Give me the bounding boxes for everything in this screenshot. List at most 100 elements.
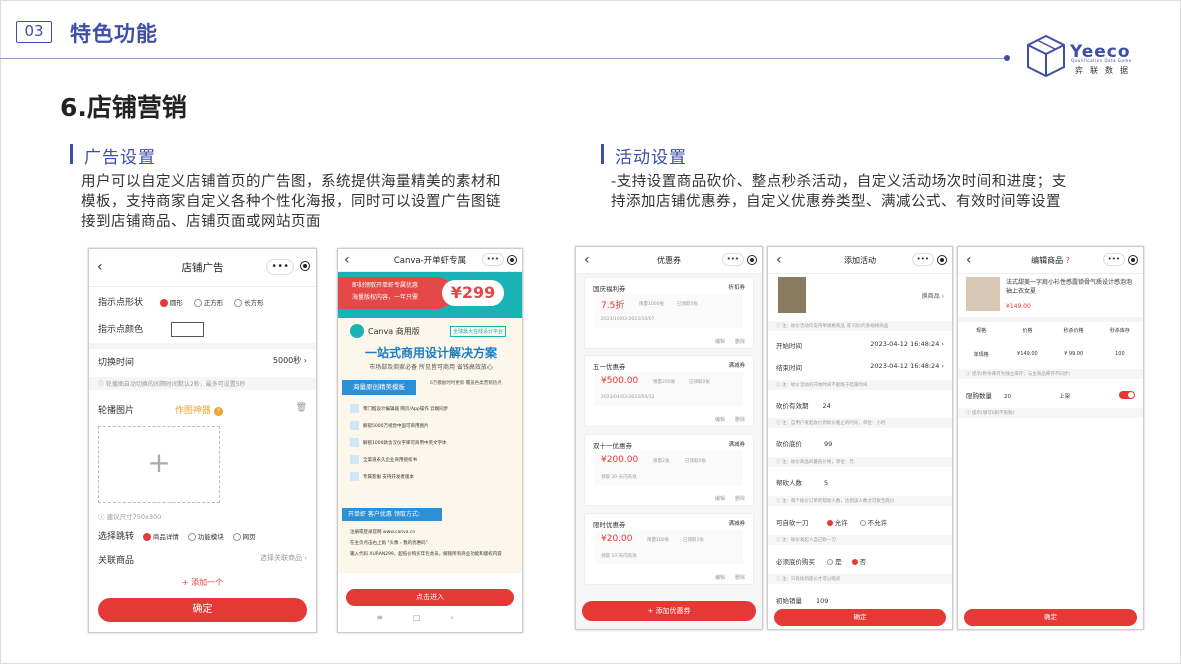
- poster-tool-link[interactable]: 作图神器 ?: [175, 406, 223, 416]
- separator: [958, 317, 1143, 322]
- switch-note: ⓘ 轮播图自动切换的间隔时间默认2秒，最多可设置5秒: [89, 377, 316, 390]
- coupon-card[interactable]: 五一优惠券 满减券 ¥500.00 限量200张 已领取0张 2023/04/0…: [584, 355, 754, 427]
- more-menu-icon[interactable]: •••: [721, 253, 744, 266]
- valid-row[interactable]: 砍价有效期 24: [776, 400, 952, 410]
- more-menu-icon[interactable]: •••: [911, 253, 934, 266]
- jump-option-goods[interactable]: 商品详情: [142, 532, 179, 542]
- confirm-button[interactable]: 确定: [774, 609, 946, 626]
- coupon-body: ¥500.00 限量200张 已领取0张 2023/04/03-2023/04/…: [595, 372, 743, 406]
- start-time-row[interactable]: 开始时间 2023-04-12 16:48:24 ›: [776, 340, 944, 350]
- confirm-button[interactable]: 确定: [98, 598, 307, 622]
- must-no[interactable]: 否: [851, 558, 866, 566]
- upload-image-box[interactable]: +: [98, 426, 220, 503]
- ad-heading: 广告设置: [84, 148, 156, 168]
- coupon-type: 满减券: [728, 363, 745, 369]
- claim-step: 输入代码 XURAN299，超低价购买年包会员，解锁所有商业功能和版权内容: [350, 552, 502, 557]
- section-number: 03: [16, 21, 52, 43]
- coupon-card[interactable]: 国庆福利券 折扣券 7.5折 限量1000张 已领取0张 2023/10/03-…: [584, 277, 754, 349]
- coupon-limit: 限量200张: [653, 380, 676, 385]
- phone-coupons: ‹ 优惠券 ••• 国庆福利券 折扣券 7.5折 限量1000张 已领取0张 2…: [575, 246, 763, 630]
- more-menu-icon[interactable]: •••: [266, 259, 294, 275]
- edit-button[interactable]: 编辑: [715, 416, 725, 423]
- color-picker[interactable]: [170, 322, 204, 337]
- record-icon[interactable]: [747, 255, 757, 265]
- size-note: ⓘ 建议尺寸750x300: [98, 513, 162, 521]
- coupon-limit: 限量2张: [653, 459, 670, 464]
- related-row[interactable]: 关联商品 选择关联商品 ›: [98, 553, 307, 566]
- feature-item: 解锁1000款含汉仪字库可商用中英文字体: [363, 441, 447, 446]
- edit-button[interactable]: 编辑: [715, 574, 725, 581]
- coupon-value: ¥500.00: [601, 376, 639, 386]
- feature-item: 全渠道永久企业商用授权书: [363, 458, 417, 463]
- radio-off-icon: [827, 559, 834, 565]
- feature-icon: [350, 438, 359, 447]
- shape-option-rect[interactable]: 长方形: [234, 298, 264, 308]
- floor-price-row[interactable]: 砍价底价 99: [776, 438, 952, 448]
- shape-label: 指示点形状: [98, 298, 144, 308]
- coupon-card[interactable]: 双十一优惠券 满减券 ¥200.00 限量2张 已领取0张 领取 30 天内有效…: [584, 434, 754, 506]
- phone-header: ‹ 编辑商品 ? •••: [958, 247, 1143, 274]
- coupon-type: 满减券: [728, 442, 745, 448]
- more-menu-icon[interactable]: •••: [1102, 253, 1125, 266]
- phone-header: ‹ 添加活动 •••: [768, 247, 952, 274]
- trash-icon[interactable]: 🗑: [296, 403, 307, 413]
- seckill-stock-input[interactable]: 100: [1097, 351, 1143, 358]
- enter-button[interactable]: 点击进入: [346, 589, 514, 606]
- act-desc-line1: -支持设置商品砍价、整点秒杀活动，自定义活动场次时间和进度；支: [611, 174, 1067, 190]
- help-count-row[interactable]: 帮砍人数 5: [776, 477, 952, 487]
- radio-on-icon: [142, 532, 151, 541]
- init-sales-row[interactable]: 初始销量 109: [776, 595, 952, 605]
- page-title: 6.店铺营销: [60, 93, 187, 122]
- delete-button[interactable]: 删除: [735, 574, 745, 581]
- add-coupon-button[interactable]: + 添加优惠券: [582, 601, 756, 621]
- act-heading: 活动设置: [615, 148, 687, 168]
- radio-off-icon: [232, 532, 241, 541]
- record-icon[interactable]: [507, 255, 517, 265]
- note: ⓘ 注：自用户发起砍价到砍价截止的时间，单位：小时: [768, 418, 952, 428]
- canva-logo-icon: [350, 324, 364, 338]
- coupon-used: 已领取0张: [685, 459, 706, 464]
- banner-line2: 海量版权内容，一年只需: [352, 294, 419, 301]
- record-icon[interactable]: [1128, 255, 1138, 265]
- end-time-row[interactable]: 结束时间 2023-04-12 16:48:24 ›: [776, 362, 944, 372]
- change-goods-link[interactable]: 换商品 ›: [922, 291, 944, 300]
- limit-input[interactable]: 20: [1004, 394, 1011, 400]
- delete-button[interactable]: 删除: [735, 495, 745, 502]
- self-cut-allow[interactable]: 允许: [826, 519, 848, 527]
- add-one-button[interactable]: + 添加一个: [89, 577, 316, 588]
- radio-off-icon: [859, 520, 866, 526]
- coupon-card[interactable]: 限时优惠券 满减券 ¥20.00 限量100张 已领取1张 领取 10 天内有效…: [584, 513, 754, 585]
- more-menu-icon[interactable]: •••: [481, 253, 504, 266]
- coupon-value: ¥20.00: [601, 534, 633, 544]
- shape-option-circle[interactable]: 圆形: [159, 298, 183, 308]
- record-icon[interactable]: [937, 255, 947, 265]
- edit-button[interactable]: 编辑: [715, 338, 725, 345]
- record-icon[interactable]: [300, 261, 310, 271]
- shelf-toggle[interactable]: [1119, 391, 1135, 399]
- jump-option-web[interactable]: 网页: [232, 532, 256, 542]
- coupon-date: 领取 10 天内有效: [601, 554, 637, 559]
- phone-shop-ad: ‹ 店铺广告 ••• 指示点形状 圆形 正方形 长方形 指示点颜色 切换时间 5…: [88, 248, 317, 633]
- note: ⓘ 提示(秒杀库存为独立库存，与主商品库存不同步): [958, 369, 1143, 379]
- delete-button[interactable]: 删除: [735, 338, 745, 345]
- self-cut-deny[interactable]: 不允许: [859, 519, 887, 527]
- switch-row[interactable]: 切换时间 5000秒 ›: [98, 355, 307, 368]
- coupon-body: ¥200.00 限量2张 已领取0张 领取 30 天内有效: [595, 451, 743, 485]
- coupon-name: 限时优惠券: [593, 521, 626, 529]
- shape-option-square[interactable]: 正方形: [193, 298, 223, 308]
- delete-button[interactable]: 删除: [735, 416, 745, 423]
- logo-chinese: 弈联数据: [1075, 66, 1135, 75]
- must-yes[interactable]: 是: [827, 558, 842, 566]
- claim-step: 在主页点击右上角 "头像 › 我的优惠码": [350, 541, 428, 546]
- spec-table-header: 规格 价格 秒杀价格 秒杀库存: [976, 328, 1130, 334]
- seckill-price-input[interactable]: ¥ 99.00: [1051, 351, 1097, 358]
- coupon-date: 领取 30 天内有效: [601, 475, 637, 480]
- coupon-used: 已领取0张: [689, 380, 710, 385]
- logo-cube-icon: [1027, 34, 1065, 78]
- confirm-button[interactable]: 确定: [964, 609, 1137, 626]
- promo-banner[interactable]: 即刻领取开单虾专属优惠 海量版权内容，一年只需 ¥299: [338, 272, 522, 318]
- edit-button[interactable]: 编辑: [715, 495, 725, 502]
- coupon-date: 2023/10/03-2023/10/07: [601, 317, 655, 322]
- self-cut-row: 可自砍一刀 允许 不允许: [776, 519, 888, 527]
- jump-option-module[interactable]: 功能模块: [187, 532, 224, 542]
